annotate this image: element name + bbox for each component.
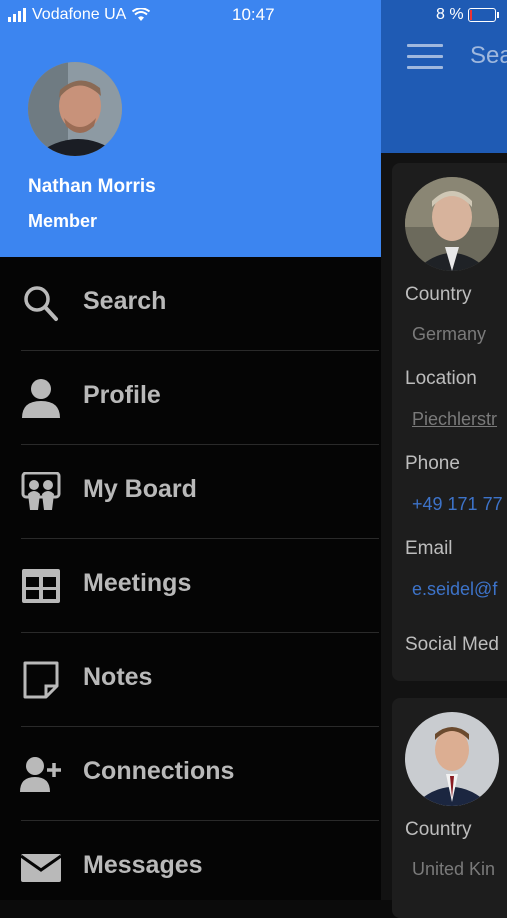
- person-icon: [22, 379, 60, 418]
- battery-percent: 8 %: [436, 6, 464, 23]
- status-time: 10:47: [232, 5, 275, 24]
- grid-icon: [22, 569, 60, 603]
- field-label: Social Med: [405, 634, 499, 655]
- phone-link[interactable]: +49 171 77: [412, 494, 503, 515]
- envelope-icon: [20, 854, 62, 882]
- wifi-icon: [132, 8, 151, 21]
- user-role: Member: [28, 211, 98, 231]
- menu-icon[interactable]: [407, 44, 443, 70]
- menu-item-messages[interactable]: Messages: [0, 821, 381, 915]
- field-label: Country: [405, 819, 472, 840]
- menu-item-profile[interactable]: Profile: [0, 351, 381, 445]
- add-person-icon: [20, 757, 61, 792]
- menu-item-label: My Board: [83, 475, 197, 503]
- battery-icon: [467, 8, 499, 22]
- location-link[interactable]: Piechlerstr: [412, 409, 497, 430]
- user-name: Nathan Morris: [28, 176, 156, 197]
- menu-item-label: Messages: [83, 851, 203, 879]
- contact-card[interactable]: Country United Kin: [392, 698, 507, 918]
- carrier-name: Vodafone UA: [32, 6, 127, 23]
- menu-item-label: Meetings: [83, 569, 192, 597]
- search-icon: [24, 286, 58, 321]
- signal-icon: [8, 8, 26, 22]
- field-label: Location: [405, 368, 477, 389]
- avatar[interactable]: [28, 62, 122, 156]
- note-icon: [23, 661, 59, 699]
- contact-card[interactable]: Country Germany Location Piechlerstr Pho…: [392, 163, 507, 681]
- menu-item-connections[interactable]: Connections: [0, 727, 381, 821]
- status-bar: Vodafone UA 10:47 8 %: [0, 0, 507, 30]
- field-value: United Kin: [412, 859, 496, 879]
- menu-item-label: Notes: [83, 663, 153, 691]
- menu-item-notes[interactable]: Notes: [0, 633, 381, 727]
- contact-avatar: [405, 712, 499, 806]
- field-value: Germany: [412, 324, 487, 344]
- field-label: Country: [405, 284, 472, 305]
- contact-avatar: [405, 177, 499, 271]
- field-label: Email: [405, 538, 453, 559]
- menu-item-label: Connections: [83, 757, 235, 785]
- menu-item-my-board[interactable]: My Board: [0, 445, 381, 539]
- navigation-drawer: Nathan Morris Member Search Profile My B…: [0, 0, 381, 900]
- menu-item-label: Profile: [83, 381, 161, 409]
- email-link[interactable]: e.seidel@f: [412, 579, 497, 600]
- board-icon: [21, 472, 61, 510]
- field-label: Phone: [405, 453, 460, 474]
- drawer-menu: Search Profile My Board Meetings Notes C…: [0, 257, 381, 915]
- menu-item-search[interactable]: Search: [0, 257, 381, 351]
- drawer-header: Nathan Morris Member: [0, 0, 381, 257]
- header-title: Sea: [470, 42, 507, 69]
- menu-item-label: Search: [83, 287, 167, 315]
- menu-item-meetings[interactable]: Meetings: [0, 539, 381, 633]
